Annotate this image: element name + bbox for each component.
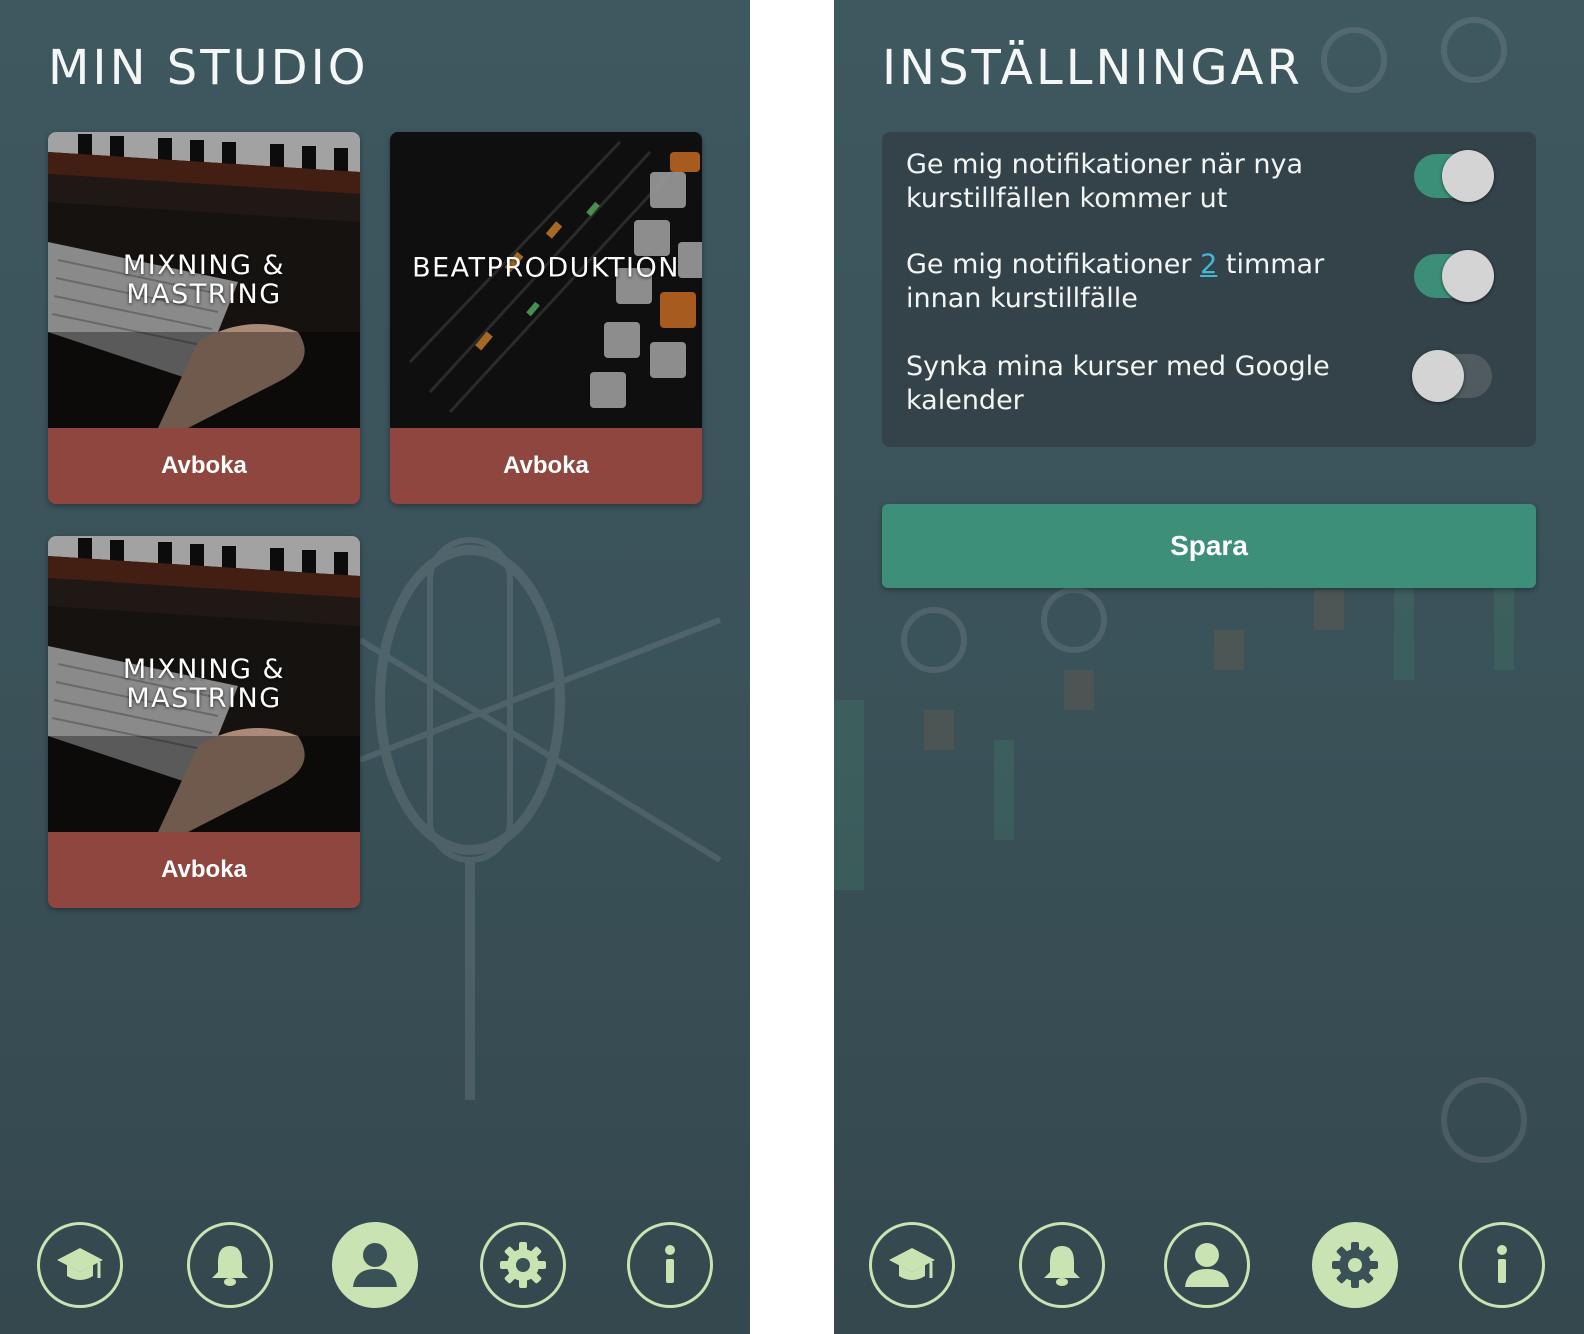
course-title: MIXNING & MASTRING: [122, 654, 286, 714]
graduation-cap-icon: [57, 1248, 103, 1280]
course-card: BEATPRODUKTION Avboka: [390, 132, 702, 504]
course-card: MIXNING & MASTRING Avboka: [48, 132, 360, 504]
nav-info-button[interactable]: [627, 1222, 713, 1308]
nav-info-button[interactable]: [1459, 1222, 1545, 1308]
settings-screen: INSTÄLLNINGAR Ge mig notifikationer när …: [834, 0, 1584, 1334]
setting-reminder: Ge mig notifikationer 2 timmar innan kur…: [906, 248, 1506, 316]
nav-settings-button[interactable]: [1312, 1222, 1398, 1308]
setting-label: Ge mig notifikationer 2 timmar innan kur…: [906, 248, 1376, 316]
page-title: MIN STUDIO: [48, 40, 369, 96]
course-image: MIXNING & MASTRING: [48, 132, 360, 428]
course-image: BEATPRODUKTION: [390, 132, 702, 428]
info-icon: [665, 1245, 675, 1283]
graduation-cap-icon: [889, 1248, 935, 1280]
user-icon: [1185, 1243, 1229, 1287]
nav-settings-button[interactable]: [480, 1222, 566, 1308]
nav-notifications-button[interactable]: [1019, 1222, 1105, 1308]
cancel-booking-button[interactable]: Avboka: [390, 428, 702, 504]
course-title: BEATPRODUKTION: [412, 252, 680, 284]
setting-label: Synka mina kurser med Google kalender: [906, 351, 1330, 416]
reminder-toggle[interactable]: [1414, 250, 1494, 302]
gear-icon: [500, 1242, 546, 1288]
info-icon: [1497, 1245, 1507, 1283]
course-card: MIXNING & MASTRING Avboka: [48, 536, 360, 908]
setting-label: Ge mig notifikationer när nya kurstillfä…: [906, 149, 1304, 214]
user-icon: [353, 1243, 397, 1287]
studio-screen: MIN STUDIO MIXNING & MASTRING Avboka BEA…: [0, 0, 750, 1334]
setting-google-sync: Synka mina kurser med Google kalender: [906, 350, 1506, 418]
course-title: MIXNING & MASTRING: [122, 250, 286, 310]
settings-panel: Ge mig notifikationer när nya kurstillfä…: [882, 132, 1536, 447]
nav-courses-button[interactable]: [37, 1222, 123, 1308]
nav-profile-button[interactable]: [332, 1222, 418, 1308]
cancel-booking-button[interactable]: Avboka: [48, 832, 360, 908]
bell-icon: [212, 1246, 248, 1286]
course-image: MIXNING & MASTRING: [48, 536, 360, 832]
new-courses-toggle[interactable]: [1414, 150, 1494, 202]
nav-courses-button[interactable]: [869, 1222, 955, 1308]
nav-profile-button[interactable]: [1164, 1222, 1250, 1308]
bottom-nav: [834, 1222, 1584, 1312]
bottom-nav: [0, 1222, 750, 1312]
reminder-hours-link[interactable]: 2: [1200, 249, 1217, 280]
google-sync-toggle[interactable]: [1412, 350, 1494, 402]
cancel-booking-button[interactable]: Avboka: [48, 428, 360, 504]
save-button[interactable]: Spara: [882, 504, 1536, 588]
bell-icon: [1044, 1246, 1080, 1286]
gear-icon: [1332, 1242, 1378, 1288]
setting-new-courses: Ge mig notifikationer när nya kurstillfä…: [906, 148, 1506, 216]
page-title: INSTÄLLNINGAR: [882, 40, 1303, 96]
setting-label-start: Ge mig notifikationer: [906, 249, 1201, 280]
nav-notifications-button[interactable]: [187, 1222, 273, 1308]
